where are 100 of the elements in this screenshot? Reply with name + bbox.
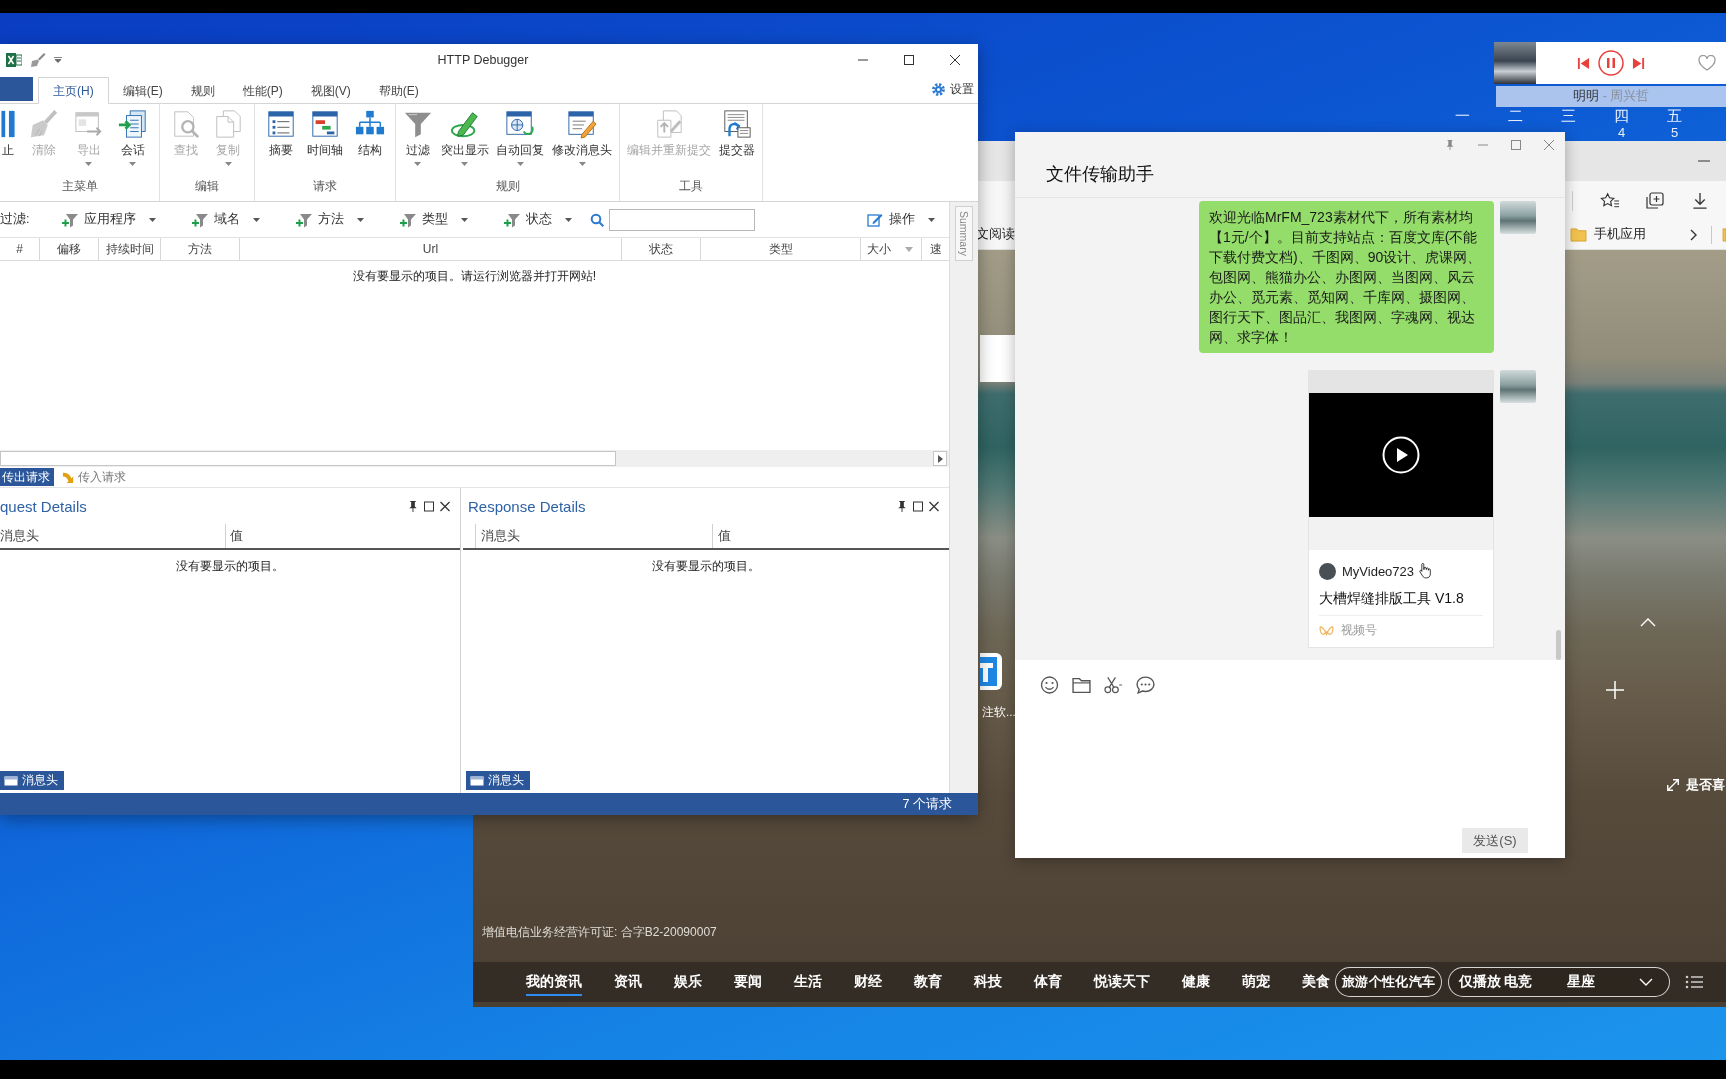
filter-dropdown[interactable]: 状态 xyxy=(504,211,572,228)
collections-icon[interactable] xyxy=(1645,192,1665,209)
filter-dropdown[interactable]: 应用程序 xyxy=(62,211,156,228)
maximize-icon[interactable] xyxy=(424,500,434,512)
search-field[interactable] xyxy=(609,208,755,231)
column-header[interactable]: 偏移 xyxy=(40,238,99,260)
ribbon-button[interactable]: 过滤 xyxy=(401,109,434,166)
headers-tab[interactable]: 消息头 xyxy=(0,771,64,790)
ribbon-button[interactable]: 结构 xyxy=(353,109,386,159)
news-tab[interactable]: 汽车 xyxy=(1409,968,1435,996)
ribbon-button[interactable]: 突出显示 xyxy=(439,109,490,166)
close-icon[interactable] xyxy=(440,500,450,512)
caret-icon[interactable] xyxy=(54,57,62,63)
ribbon-button[interactable]: 时间轴 xyxy=(306,109,344,159)
ribbon-button[interactable]: 自动回复 xyxy=(495,109,546,166)
column-header[interactable]: 状态 xyxy=(622,238,701,260)
news-tab[interactable]: 个性化 xyxy=(1369,968,1408,996)
highlighter-icon xyxy=(449,109,480,139)
expand-icon[interactable] xyxy=(1666,778,1680,792)
request-direction-tab[interactable]: 传入请求 xyxy=(60,468,130,486)
news-tab[interactable]: 美食 xyxy=(1302,968,1330,996)
folder-icon[interactable] xyxy=(1072,676,1091,694)
scrollbar-thumb[interactable] xyxy=(0,451,616,466)
shortcut-label[interactable]: 注软... xyxy=(982,705,1016,719)
scrollbar-thumb[interactable] xyxy=(1556,630,1561,660)
news-tab[interactable]: 娱乐 xyxy=(674,968,702,996)
calendar-day[interactable]: 5 xyxy=(1670,124,1679,140)
column-header[interactable]: 持续时间 xyxy=(99,238,161,260)
brush-icon[interactable] xyxy=(30,52,46,68)
actions-button[interactable]: 操作 xyxy=(867,211,935,228)
download-icon[interactable] xyxy=(1690,192,1710,209)
ribbon-button[interactable]: 提交器 xyxy=(718,109,756,159)
chevron-up-icon[interactable] xyxy=(1640,618,1656,627)
ribbon-tab[interactable]: 规则 xyxy=(176,78,229,104)
ribbon-tab[interactable]: 视图(V) xyxy=(296,78,365,104)
column-header[interactable]: 类型 xyxy=(701,238,861,260)
emoji-icon[interactable] xyxy=(1040,676,1059,694)
ribbon-button[interactable]: 摘要 xyxy=(264,109,297,159)
ribbon-button[interactable]: 会话 xyxy=(117,109,149,166)
column-header[interactable]: 值 xyxy=(230,527,243,545)
column-header[interactable]: 方法 xyxy=(161,238,240,260)
news-tab[interactable]: 教育 xyxy=(914,968,942,996)
play-icon[interactable] xyxy=(1382,436,1420,474)
ribbon-group-label: 规则 xyxy=(495,178,520,195)
settings-button[interactable]: 设置 xyxy=(931,81,978,98)
chevron-right-icon[interactable] xyxy=(1689,228,1697,241)
ribbon-tab[interactable]: 性能(P) xyxy=(228,78,297,104)
column-header[interactable]: 消息头 xyxy=(0,527,39,545)
spreadsheet-icon[interactable] xyxy=(6,52,22,68)
filter-dropdown[interactable]: 类型 xyxy=(400,211,468,228)
scrollbar-track[interactable] xyxy=(0,450,949,467)
ribbon-tab[interactable]: 帮助(E) xyxy=(364,78,433,104)
plus-icon[interactable] xyxy=(1606,681,1624,699)
news-tab[interactable]: 电竞 xyxy=(1504,968,1532,996)
maximize-icon[interactable] xyxy=(913,500,923,512)
ribbon-tab[interactable]: 主页(H) xyxy=(38,77,109,104)
ribbon-button[interactable]: 止 xyxy=(0,109,16,159)
news-tab[interactable]: 要闻 xyxy=(734,968,762,996)
news-tab[interactable]: 资讯 xyxy=(614,968,642,996)
scissors-icon[interactable] xyxy=(1104,676,1123,694)
chat-bubble-icon[interactable] xyxy=(1136,676,1155,694)
close-icon[interactable] xyxy=(929,500,939,512)
news-tab[interactable]: 星座 xyxy=(1567,968,1595,996)
news-tab[interactable]: 财经 xyxy=(854,968,882,996)
news-tab[interactable]: 萌宠 xyxy=(1242,968,1270,996)
headers-tab[interactable]: 消息头 xyxy=(466,771,530,790)
column-header[interactable]: 大小 xyxy=(861,238,922,260)
news-tab[interactable]: 科技 xyxy=(974,968,1002,996)
news-tab[interactable]: 生活 xyxy=(794,968,822,996)
news-tab[interactable]: 我的资讯 xyxy=(526,968,582,996)
list-icon[interactable] xyxy=(1685,974,1703,990)
scroll-right-button[interactable] xyxy=(933,451,947,466)
filter-dropdown[interactable]: 方法 xyxy=(296,211,364,228)
column-header[interactable]: 速 xyxy=(922,238,949,260)
favorites-icon[interactable] xyxy=(1600,192,1620,209)
add-filter-icon xyxy=(504,211,520,228)
feedback-link[interactable]: 是否喜 xyxy=(1686,776,1725,794)
calendar-day[interactable]: 4 xyxy=(1617,124,1626,140)
bookmark-link[interactable]: 手机应用 xyxy=(1570,224,1646,245)
app-tile-icon[interactable] xyxy=(980,653,1002,690)
column-header[interactable]: 值 xyxy=(718,527,731,545)
pause-icon[interactable] xyxy=(1598,50,1624,76)
news-tab[interactable]: 悦读天下 xyxy=(1094,968,1150,996)
ribbon-button[interactable]: 修改消息头 xyxy=(551,109,614,166)
resubmit-icon xyxy=(654,109,684,139)
column-header[interactable]: 消息头 xyxy=(481,527,520,545)
filter-dropdown[interactable]: 域名 xyxy=(192,211,260,228)
column-header[interactable]: Url xyxy=(240,238,622,260)
panel-title: quest Details xyxy=(0,497,87,515)
video-card[interactable]: MyVideo723 大槽焊缝排版工具 V1.8 视频号 xyxy=(1308,370,1494,648)
news-tab[interactable]: 旅游 xyxy=(1342,968,1368,996)
news-tab[interactable]: 体育 xyxy=(1034,968,1062,996)
ribbon-tab[interactable]: 编辑(E) xyxy=(108,78,177,104)
news-tab[interactable]: 仅播放 xyxy=(1459,968,1501,996)
request-direction-tab[interactable]: 传出请求 xyxy=(0,468,54,486)
close-icon xyxy=(1543,140,1554,150)
column-header[interactable]: # xyxy=(0,238,40,260)
send-button[interactable]: 发送(S) xyxy=(1462,828,1528,853)
news-tab[interactable]: 健康 xyxy=(1182,968,1210,996)
chevron-down-icon[interactable] xyxy=(1639,978,1653,986)
